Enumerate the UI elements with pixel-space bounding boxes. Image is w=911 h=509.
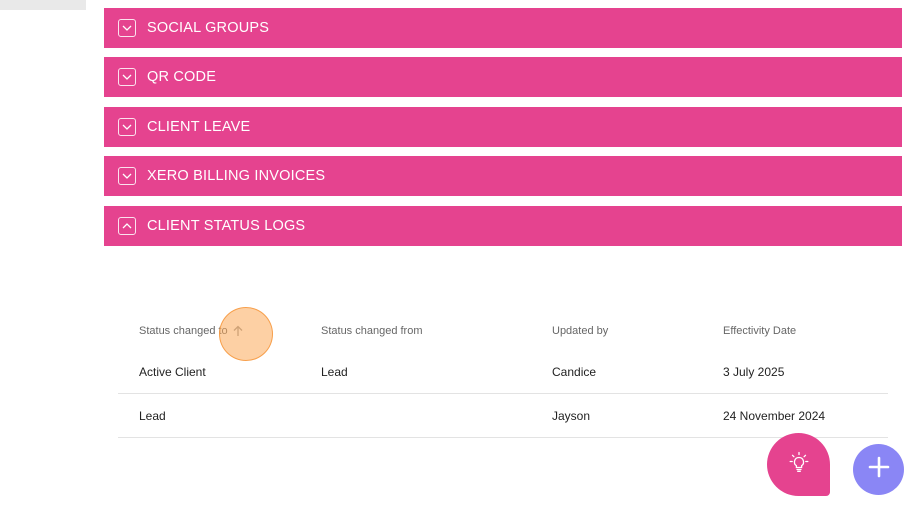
accordion-title: CLIENT LEAVE (147, 119, 251, 135)
arrow-up-icon[interactable] (232, 325, 244, 337)
cell-status-to: Lead (139, 408, 166, 423)
page: SOCIAL GROUPS QR CODE CLIENT LEAVE XERO … (0, 0, 911, 509)
sidebar-stub (0, 0, 86, 10)
accordion-client-status-logs[interactable]: CLIENT STATUS LOGS (104, 206, 902, 246)
column-header-status-changed-to[interactable]: Status changed to (139, 312, 244, 350)
chevron-down-icon (118, 118, 136, 136)
cell-status-to: Active Client (139, 364, 206, 379)
add-fab-button[interactable] (853, 444, 904, 495)
help-fab-button[interactable] (767, 433, 830, 496)
chevron-down-icon (118, 167, 136, 185)
status-logs-table: Status changed to Status changed from Up… (118, 312, 888, 438)
accordion-title: SOCIAL GROUPS (147, 20, 270, 36)
column-header-status-changed-from[interactable]: Status changed from (321, 312, 423, 350)
accordion-qr-code[interactable]: QR CODE (104, 57, 902, 97)
column-header-label: Status changed from (321, 325, 423, 337)
accordion-title: CLIENT STATUS LOGS (147, 218, 306, 234)
cell-effectivity-date: 3 July 2025 (723, 364, 785, 379)
column-header-label: Updated by (552, 325, 609, 337)
cell-updated-by: Candice (552, 364, 597, 379)
chevron-up-icon (118, 217, 136, 235)
accordion-client-leave[interactable]: CLIENT LEAVE (104, 107, 902, 147)
column-header-effectivity-date[interactable]: Effectivity Date (723, 312, 796, 350)
chevron-down-icon (118, 68, 136, 86)
lightbulb-icon (786, 449, 812, 480)
accordion-title: QR CODE (147, 69, 217, 85)
plus-icon (868, 456, 890, 483)
table-header: Status changed to Status changed from Up… (118, 312, 888, 350)
column-header-label: Effectivity Date (723, 325, 797, 337)
cell-status-from: Lead (321, 364, 348, 379)
column-header-label: Status changed to (139, 325, 228, 337)
table-row: Active Client Lead Candice 3 July 2025 (118, 350, 888, 394)
table-row: Lead Jayson 24 November 2024 (118, 394, 888, 438)
accordion-title: XERO BILLING INVOICES (147, 168, 326, 184)
chevron-down-icon (118, 19, 136, 37)
cell-updated-by: Jayson (552, 408, 591, 423)
accordion-social-groups[interactable]: SOCIAL GROUPS (104, 8, 902, 48)
column-header-updated-by[interactable]: Updated by (552, 312, 608, 350)
accordion-xero-billing-invoices[interactable]: XERO BILLING INVOICES (104, 156, 902, 196)
cell-effectivity-date: 24 November 2024 (723, 408, 826, 423)
